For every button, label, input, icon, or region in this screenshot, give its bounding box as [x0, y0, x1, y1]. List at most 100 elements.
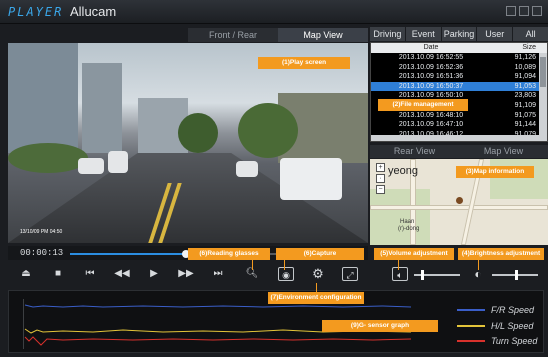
- map-park-area: [490, 159, 548, 199]
- callout-leader: [252, 260, 253, 270]
- fullscreen-icon[interactable]: ⤢: [342, 267, 358, 281]
- tab-all[interactable]: All: [513, 27, 548, 41]
- map-road: [370, 205, 548, 210]
- callout-capture: (6)Capture: [276, 248, 364, 260]
- first-icon[interactable]: ⏮: [82, 267, 98, 281]
- file-list-scrollbar[interactable]: [539, 53, 547, 141]
- gear-icon[interactable]: ⚙: [310, 267, 326, 281]
- location-pin-icon: [456, 197, 463, 204]
- file-date: 2013.10.09 16:47:10: [398, 121, 464, 129]
- legend-swatch: [457, 325, 485, 327]
- map-area-label: yeong: [388, 165, 418, 177]
- tab-user[interactable]: User: [477, 27, 513, 41]
- callout-brightness: (4)Brightness adjustment: [458, 248, 544, 260]
- file-row[interactable]: 2013.10.09 16:52:36 10,089: [371, 63, 547, 73]
- file-list-header: Date Size: [371, 43, 547, 53]
- file-size: 91,094: [514, 73, 536, 81]
- legend-label: H/L Speed: [491, 321, 534, 331]
- map-zoom-controls: + · −: [376, 163, 386, 194]
- file-date: 2013.10.09 16:52:36: [398, 63, 464, 71]
- column-date[interactable]: Date: [371, 43, 491, 53]
- legend-fr-speed: F/R Speed: [457, 305, 534, 315]
- building: [82, 63, 122, 153]
- tree: [178, 113, 218, 153]
- fr-speed-line: [24, 304, 412, 308]
- file-rows: 2013.10.09 16:52:55 91,126 2013.10.09 16:5…: [371, 53, 547, 139]
- callout-play-screen: (1)Play screen: [258, 57, 350, 69]
- tab-rear-view[interactable]: Rear View: [370, 145, 459, 158]
- view-tabs: Front / Rear Map View: [188, 28, 368, 42]
- file-size: 91,075: [514, 111, 536, 119]
- zoom-out-icon[interactable]: −: [376, 185, 385, 194]
- file-date: 2013.10.09 16:50:37: [398, 82, 464, 90]
- tab-driving[interactable]: Driving: [370, 27, 405, 41]
- map-label: Haan: [400, 219, 415, 225]
- callout-leader: [284, 260, 285, 270]
- volume-slider[interactable]: [414, 270, 460, 280]
- callout-map-information: (3)Map information: [456, 166, 534, 178]
- file-date: 2013.10.09 16:48:10: [398, 111, 464, 119]
- car: [108, 151, 128, 173]
- legend-turn-speed: Turn Speed: [457, 336, 537, 346]
- tab-map-view[interactable]: Map View: [278, 28, 368, 42]
- eject-icon[interactable]: ⏏: [18, 267, 34, 281]
- file-category-tabs: Driving Event Parking User All: [370, 27, 548, 41]
- tab-front-rear[interactable]: Front / Rear: [188, 28, 278, 42]
- car: [78, 158, 104, 174]
- maximize-icon[interactable]: [519, 6, 529, 16]
- speaker-icon[interactable]: 🔈︎: [392, 267, 408, 281]
- zoom-in-icon[interactable]: +: [376, 163, 385, 172]
- camera-icon[interactable]: ◉: [278, 267, 294, 281]
- scrollbar-thumb[interactable]: [540, 57, 546, 87]
- column-size[interactable]: Size: [491, 43, 539, 53]
- file-row[interactable]: 2013.10.09 16:48:10 91,075: [371, 111, 547, 121]
- file-size: 23,803: [514, 92, 536, 100]
- car: [280, 158, 342, 200]
- rear-map-tabs: Rear View Map View: [370, 145, 548, 158]
- close-icon[interactable]: [532, 6, 542, 16]
- callout-leader: [316, 283, 317, 292]
- minimize-icon[interactable]: [506, 6, 516, 16]
- legend-label: Turn Speed: [491, 336, 538, 346]
- fast-forward-icon[interactable]: ▶▶: [178, 267, 194, 281]
- tree: [8, 143, 88, 173]
- file-row[interactable]: 2013.10.09 16:52:55 91,126: [371, 53, 547, 63]
- file-size: 91,144: [514, 121, 536, 129]
- car: [236, 161, 258, 177]
- legend-swatch: [457, 309, 485, 311]
- seek-bar-fill: [70, 253, 186, 255]
- rewind-icon[interactable]: ◀◀: [114, 267, 130, 281]
- play-icon[interactable]: ▶: [146, 267, 162, 281]
- brightness-slider[interactable]: [492, 270, 538, 280]
- turn-speed-line: [24, 336, 412, 346]
- last-icon[interactable]: ⏭: [210, 267, 226, 281]
- legend-label: F/R Speed: [491, 305, 535, 315]
- callout-environment: (7)Environment configuration: [268, 292, 364, 304]
- stop-icon[interactable]: ■: [50, 267, 66, 281]
- file-size: 91,053: [514, 82, 536, 90]
- title-bar: PLAYER Allucam: [0, 0, 548, 24]
- file-size: 91,109: [514, 101, 536, 109]
- callout-reading-glasses: (6)Reading glasses: [188, 248, 270, 260]
- file-row[interactable]: 2013.10.09 16:47:10 91,144: [371, 120, 547, 130]
- brand-player-logo: PLAYER: [8, 5, 64, 19]
- pan-icon[interactable]: ·: [376, 174, 385, 183]
- window-buttons: [506, 6, 542, 16]
- tab-map-view-secondary[interactable]: Map View: [459, 145, 548, 158]
- play-screen[interactable]: 13/10/09 PM 04:50: [8, 43, 368, 243]
- file-row[interactable]: 2013.10.09 16:51:36 91,094: [371, 72, 547, 82]
- map-park-area: [370, 189, 430, 245]
- file-list-hscrollbar[interactable]: [371, 135, 541, 141]
- brightness-slider-knob[interactable]: [515, 270, 518, 280]
- legend-hl-speed: H/L Speed: [457, 321, 533, 331]
- callout-file-management: (2)File management: [378, 99, 468, 111]
- file-date: 2013.10.09 16:51:36: [398, 73, 464, 81]
- playback-time: 00:00:13: [20, 248, 64, 258]
- file-row[interactable]: 2013.10.09 16:50:37 91,053: [371, 81, 547, 92]
- video-overlay-text: 13/10/09 PM 04:50: [20, 229, 63, 235]
- volume-slider-knob[interactable]: [420, 270, 424, 280]
- tab-event[interactable]: Event: [405, 27, 441, 41]
- tab-parking[interactable]: Parking: [441, 27, 477, 41]
- file-list: Date Size 2013.10.09 16:52:55 91,126 2013.…: [370, 42, 548, 142]
- control-bar: ⏏ ■ ⏮ ◀◀ ▶ ▶▶ ⏭ 🔍︎ ◉ ⚙ ⤢ 🔈︎ ◐: [8, 262, 548, 288]
